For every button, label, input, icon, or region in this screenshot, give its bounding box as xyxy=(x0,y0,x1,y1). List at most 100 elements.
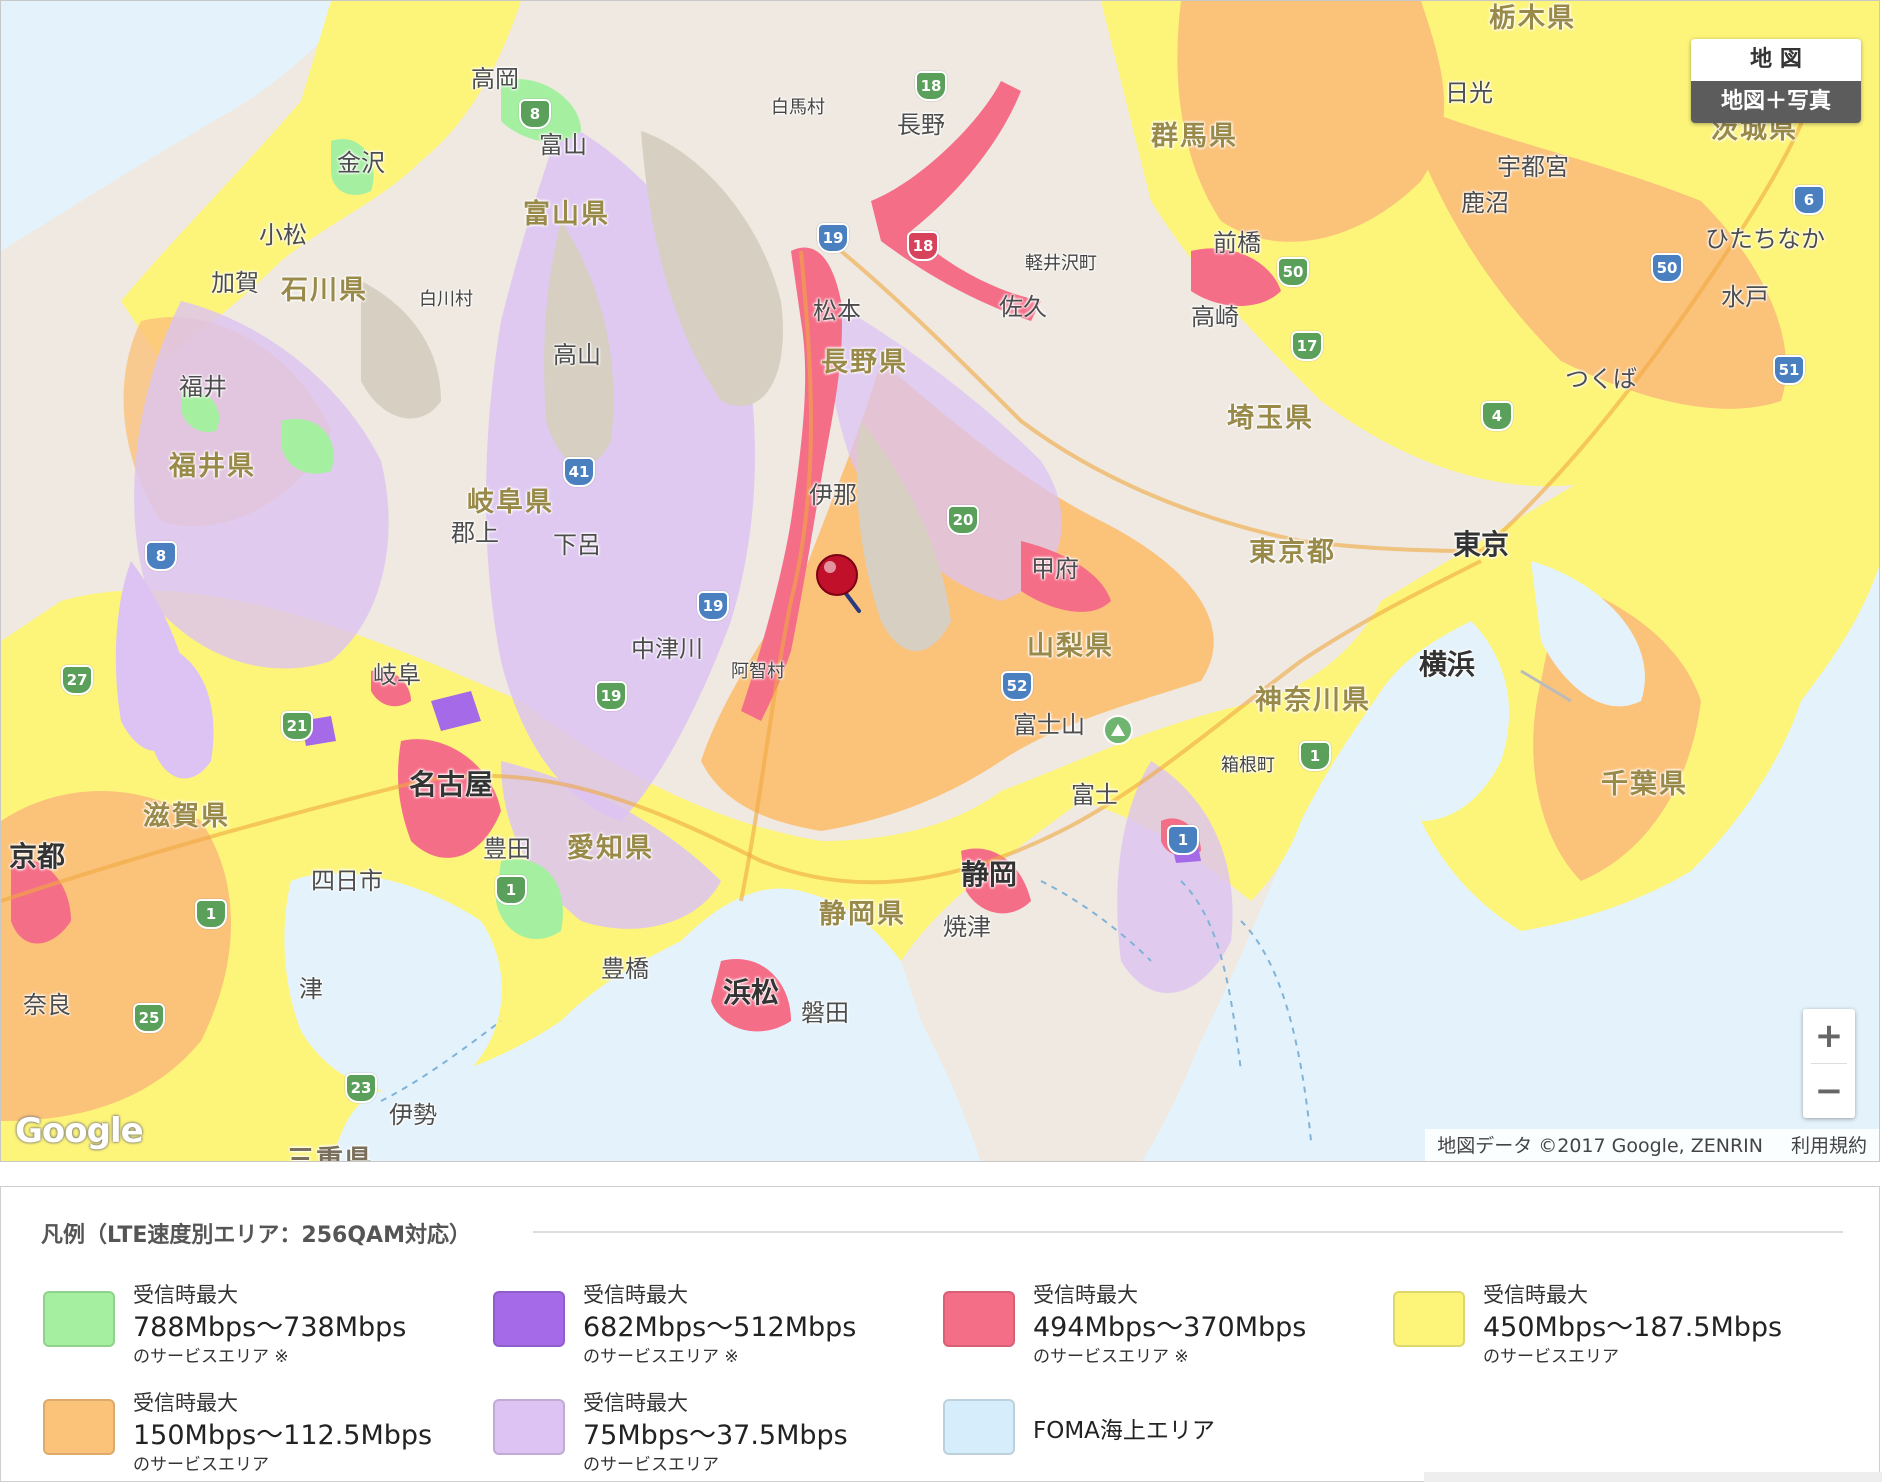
legend-foma-label: FOMA海上エリア xyxy=(1033,1418,1215,1444)
city-label: 静岡 xyxy=(961,858,1018,891)
legend-swatch xyxy=(43,1291,115,1347)
city-label: 奈良 xyxy=(23,991,71,1019)
legend-title: 凡例（LTE速度別エリア：256QAM対応） xyxy=(41,1223,471,1248)
city-label: 高岡 xyxy=(471,65,519,93)
legend-item: 受信時最大 150Mbps〜112.5Mbps のサービスエリア xyxy=(43,1387,463,1477)
route-shield: 17 xyxy=(1291,331,1323,361)
city-label: 長野 xyxy=(897,111,945,139)
route-shield: 19 xyxy=(595,681,627,711)
route-shield: 1 xyxy=(1299,741,1331,771)
legend-line3: のサービスエリア ※ xyxy=(583,1347,739,1367)
city-label: 白川村 xyxy=(419,289,473,310)
legend-item: FOMA海上エリア xyxy=(943,1387,1363,1477)
route-shield: 18 xyxy=(907,231,939,261)
map-type-option-map[interactable]: 地 図 xyxy=(1691,39,1861,81)
zoom-control[interactable]: + − xyxy=(1803,1009,1855,1118)
location-pin-icon[interactable] xyxy=(815,553,863,619)
legend-speed: 150Mbps〜112.5Mbps xyxy=(133,1420,433,1451)
legend-speed: 75Mbps〜37.5Mbps xyxy=(583,1420,848,1451)
city-label: 小松 xyxy=(259,221,307,249)
route-shield: 50 xyxy=(1651,253,1683,283)
city-label: つくば xyxy=(1565,365,1637,393)
legend-speed: 494Mbps〜370Mbps xyxy=(1033,1312,1307,1343)
city-label: 磐田 xyxy=(801,999,849,1027)
city-label: 水戸 xyxy=(1721,283,1769,311)
route-shield: 18 xyxy=(915,71,947,101)
city-label: 高山 xyxy=(553,341,601,369)
city-label: 富士山 xyxy=(1013,711,1085,739)
map-base-layer xyxy=(1,1,1879,1161)
pref-label: 神奈川県 xyxy=(1255,685,1371,716)
legend-divider xyxy=(533,1231,1843,1233)
legend-swatch xyxy=(943,1291,1015,1347)
city-label: 松本 xyxy=(813,297,861,325)
pref-label: 滋賀県 xyxy=(143,801,230,832)
city-label: 軽井沢町 xyxy=(1025,253,1097,274)
map-type-control[interactable]: 地 図 地図＋写真 xyxy=(1691,39,1861,123)
legend-line3: のサービスエリア xyxy=(583,1455,719,1475)
city-label: 東京 xyxy=(1453,528,1510,561)
city-label: 白馬村 xyxy=(771,97,825,118)
zoom-in-button[interactable]: + xyxy=(1803,1009,1855,1063)
google-logo[interactable]: Google xyxy=(15,1111,144,1151)
pref-label: 富山県 xyxy=(523,199,610,230)
pref-label: 群馬県 xyxy=(1151,121,1238,152)
route-shield: 4 xyxy=(1481,401,1513,431)
route-shield: 25 xyxy=(133,1003,165,1033)
city-label: 阿智村 xyxy=(731,661,785,682)
terms-link[interactable]: 利用規約 xyxy=(1791,1135,1867,1157)
route-shield: 41 xyxy=(563,457,595,487)
city-label: 鹿沼 xyxy=(1461,189,1509,217)
pref-label: 京都 xyxy=(9,840,66,873)
city-label: 富山 xyxy=(539,131,587,159)
mountain-icon xyxy=(1103,715,1133,745)
coverage-map[interactable]: 栃木県 群馬県 富山県 石川県 長野県 茨城県 埼玉県 福井県 岐阜県 東京都 … xyxy=(0,0,1880,1162)
city-label: 下呂 xyxy=(553,531,601,559)
pref-label: 東京都 xyxy=(1249,537,1336,568)
route-shield: 6 xyxy=(1793,185,1825,215)
pref-label: 千葉県 xyxy=(1601,769,1688,800)
city-label: 郡上 xyxy=(451,519,499,547)
city-label: 中津川 xyxy=(631,635,703,663)
city-label: 岐阜 xyxy=(373,661,421,689)
map-type-option-hybrid[interactable]: 地図＋写真 xyxy=(1691,81,1861,123)
city-label: 伊那 xyxy=(809,481,857,509)
city-label: 浜松 xyxy=(723,976,780,1009)
city-label: 前橋 xyxy=(1213,229,1261,257)
legend-item: 受信時最大 788Mbps〜738Mbps のサービスエリア ※ xyxy=(43,1279,463,1369)
legend-speed: 450Mbps〜187.5Mbps xyxy=(1483,1312,1783,1343)
route-shield: 1 xyxy=(495,875,527,905)
city-label: 伊勢 xyxy=(389,1101,437,1129)
pref-label: 石川県 xyxy=(281,275,368,306)
route-shield: 27 xyxy=(61,665,93,695)
pref-label: 山梨県 xyxy=(1027,631,1114,662)
pref-label: 福井県 xyxy=(169,451,256,482)
pref-label: 長野県 xyxy=(821,347,908,378)
legend-line3: のサービスエリア ※ xyxy=(1033,1347,1189,1367)
city-label: 富士 xyxy=(1071,781,1119,809)
pref-label: 三重県 xyxy=(287,1145,374,1162)
city-label: 箱根町 xyxy=(1221,755,1275,776)
legend-line3: のサービスエリア xyxy=(1483,1347,1619,1367)
city-label: 加賀 xyxy=(211,269,259,297)
zoom-out-button[interactable]: − xyxy=(1803,1064,1855,1118)
city-label: 高崎 xyxy=(1191,303,1239,331)
city-label: 津 xyxy=(299,975,323,1003)
legend-swatch xyxy=(43,1399,115,1455)
pref-label: 岐阜県 xyxy=(467,487,554,518)
route-shield: 51 xyxy=(1773,355,1805,385)
city-label: ひたちなか xyxy=(1705,225,1825,253)
bottom-strip xyxy=(1424,1472,1882,1482)
route-shield: 19 xyxy=(817,223,849,253)
legend-swatch xyxy=(493,1291,565,1347)
legend-swatch xyxy=(493,1399,565,1455)
route-shield: 23 xyxy=(345,1073,377,1103)
city-label: 豊田 xyxy=(483,835,531,863)
city-label: 金沢 xyxy=(337,149,385,177)
city-label: 横浜 xyxy=(1419,648,1476,681)
legend-panel: 凡例（LTE速度別エリア：256QAM対応） 受信時最大 788Mbps〜738… xyxy=(0,1186,1880,1482)
city-label: 日光 xyxy=(1445,79,1493,107)
legend-swatch xyxy=(943,1399,1015,1455)
route-shield: 1 xyxy=(1167,825,1199,855)
city-label: 甲府 xyxy=(1031,555,1079,583)
